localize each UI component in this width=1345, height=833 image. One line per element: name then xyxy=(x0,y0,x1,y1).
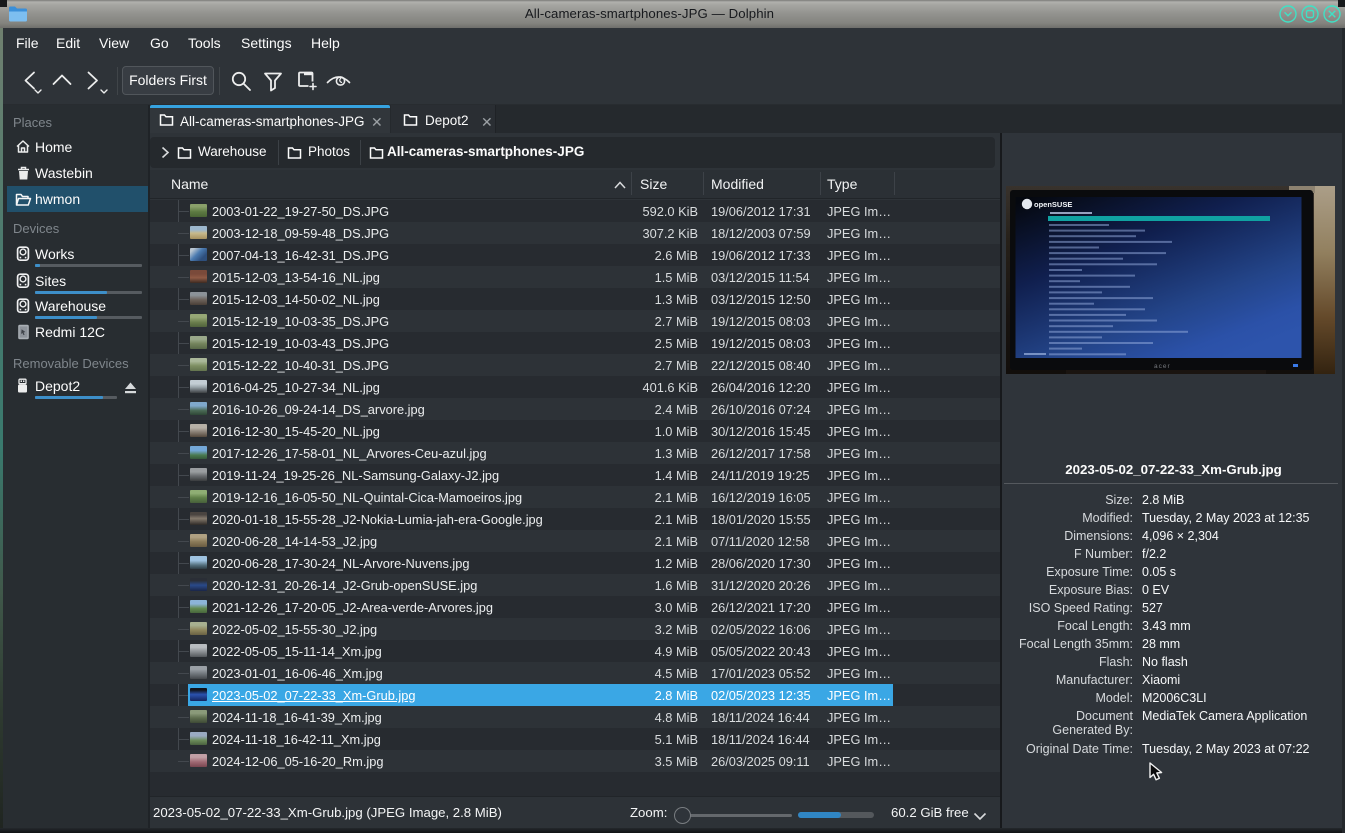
svg-text:acer: acer xyxy=(1154,363,1171,370)
svg-text:openSUSE: openSUSE xyxy=(1034,200,1072,209)
